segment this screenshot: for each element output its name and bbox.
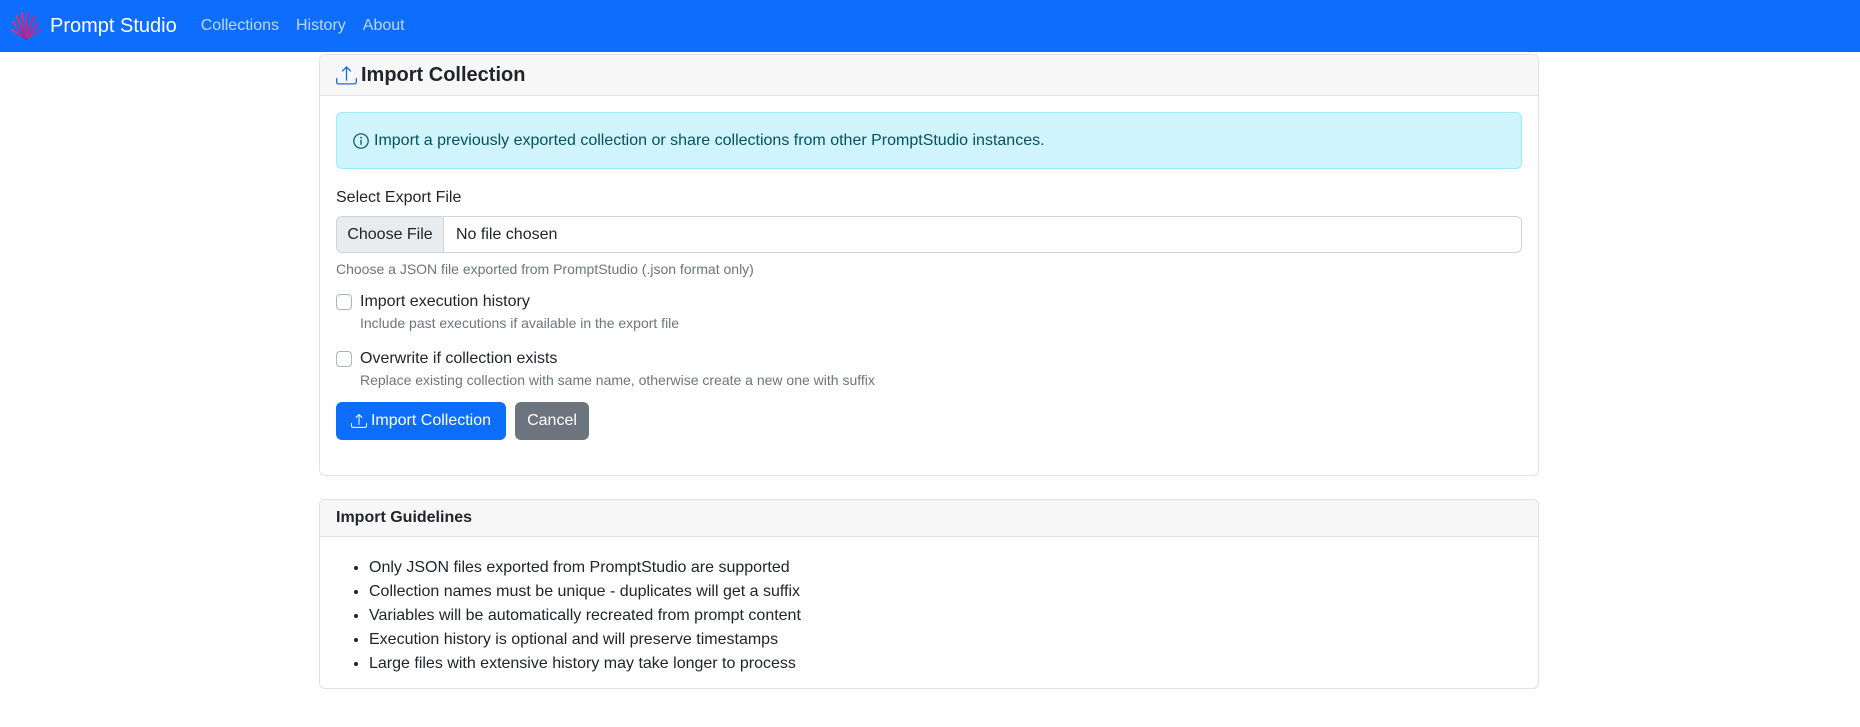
top-navbar: Prompt Studio Collections History About: [0, 0, 1860, 52]
guidelines-header: Import Guidelines: [320, 500, 1538, 537]
import-card-title: Import Collection: [361, 63, 526, 86]
guidelines-title: Import Guidelines: [336, 509, 473, 526]
file-status-text: No file chosen: [456, 225, 558, 243]
overwrite-checkbox[interactable]: [336, 351, 352, 367]
file-field-label: Select Export File: [336, 189, 462, 206]
nav-link-about[interactable]: About: [363, 17, 405, 35]
overwrite-label[interactable]: Overwrite if collection exists: [360, 348, 875, 369]
guidelines-list: Only JSON files exported from PromptStud…: [320, 537, 1538, 676]
info-alert: Import a previously exported collection …: [336, 112, 1522, 169]
import-card-header: Import Collection: [320, 55, 1538, 96]
brand-name: Prompt Studio: [50, 15, 177, 37]
info-circle-icon: [353, 132, 369, 149]
import-guidelines-card: Import Guidelines Only JSON files export…: [319, 499, 1539, 689]
guideline-item: Only JSON files exported from PromptStud…: [369, 556, 1538, 580]
nav-links: Collections History About: [201, 17, 422, 35]
brand-link[interactable]: Prompt Studio: [10, 10, 177, 42]
choose-file-button[interactable]: Choose File: [337, 217, 444, 252]
import-history-text: Import execution history Include past ex…: [360, 291, 679, 331]
upload-icon: [336, 65, 357, 85]
file-input[interactable]: Choose File No file chosen: [336, 216, 1522, 253]
import-collection-card: Import Collection Import a previously ex…: [319, 54, 1539, 476]
overwrite-help: Replace existing collection with same na…: [360, 372, 875, 388]
import-history-checkbox[interactable]: [336, 294, 352, 310]
import-history-option: Import execution history Include past ex…: [336, 291, 1522, 331]
prompt-studio-logo-icon: [10, 11, 42, 41]
nav-link-collections[interactable]: Collections: [201, 17, 279, 35]
import-history-help: Include past executions if available in …: [360, 315, 680, 331]
guideline-item: Collection names must be unique - duplic…: [369, 580, 1538, 604]
info-alert-text: Import a previously exported collection …: [374, 131, 1045, 149]
guideline-item: Variables will be automatically recreate…: [369, 604, 1538, 628]
upload-icon: [350, 413, 367, 428]
import-card-body: Import a previously exported collection …: [320, 96, 1538, 456]
import-button-label: Import Collection: [370, 412, 492, 429]
overwrite-text: Overwrite if collection exists Replace e…: [360, 348, 875, 388]
import-history-label[interactable]: Import execution history: [360, 291, 679, 312]
guideline-item: Large files with extensive history may t…: [369, 652, 1538, 676]
overwrite-option: Overwrite if collection exists Replace e…: [336, 348, 1522, 388]
guideline-item: Execution history is optional and will p…: [369, 628, 1538, 652]
cancel-button[interactable]: Cancel: [515, 402, 589, 440]
nav-link-history[interactable]: History: [296, 17, 346, 35]
file-help-text: Choose a JSON file exported from PromptS…: [336, 261, 754, 277]
import-collection-button[interactable]: Import Collection: [336, 402, 506, 440]
form-actions: Import Collection Cancel: [336, 402, 1522, 440]
